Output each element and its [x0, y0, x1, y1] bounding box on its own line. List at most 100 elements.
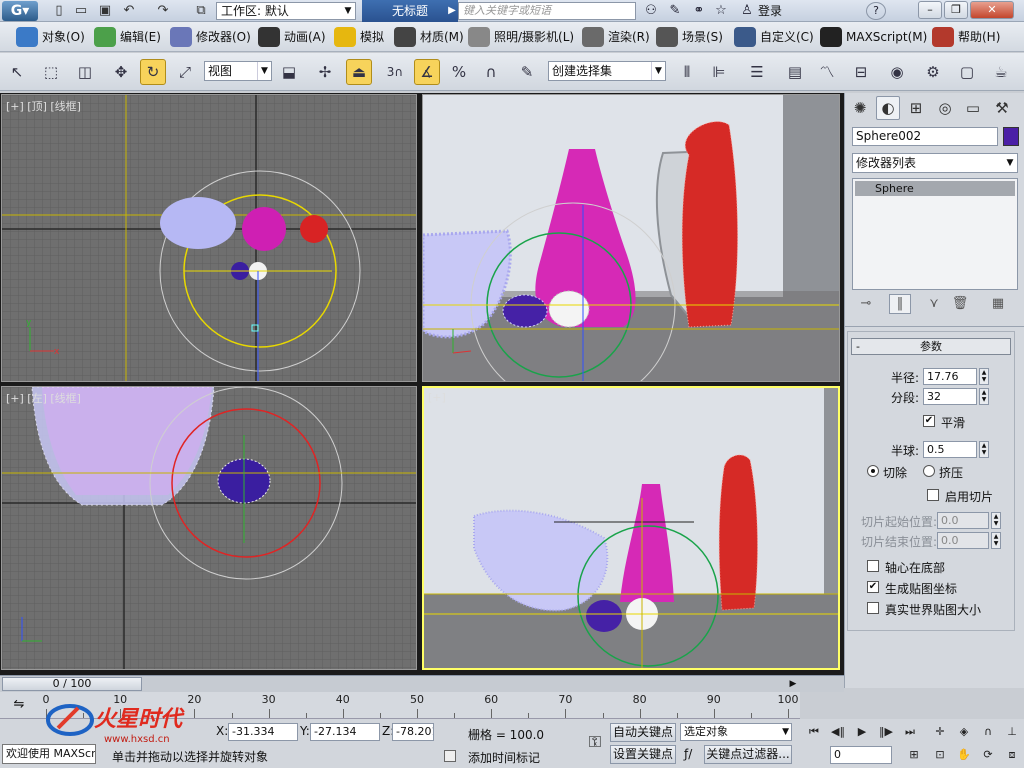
add-time-tag-button[interactable]: 添加时间标记 [468, 749, 540, 766]
scene-explorer-icon[interactable]: ▤ [782, 59, 808, 85]
base-pivot-checkbox[interactable] [867, 560, 879, 572]
goto-end-icon[interactable]: ⏭ [902, 724, 918, 740]
menu-item-10[interactable]: MAXScript(M) [818, 26, 927, 48]
angle-snap-icon[interactable]: ∡ [414, 59, 440, 85]
time-config-icon[interactable]: ⊞ [906, 747, 922, 763]
named-selection-select[interactable]: 创建选择集 ▼ [548, 61, 666, 81]
squash-radio[interactable] [923, 465, 935, 477]
z-coordinate-input[interactable]: -78.201 [392, 723, 434, 741]
pin-stack-icon[interactable]: ⊸ [855, 294, 877, 314]
viewport-label[interactable]: [+] [左] [线框] [6, 390, 81, 406]
current-frame-input[interactable]: 0 [830, 746, 892, 764]
modifier-list-select[interactable]: 修改器列表 ▼ [852, 153, 1018, 173]
chop-radio[interactable] [867, 465, 879, 477]
zoom-region-icon[interactable]: ⊡ [932, 747, 948, 763]
key-tangent-icon[interactable]: ƒ/ [684, 747, 692, 761]
orbit-icon[interactable]: ∩ [980, 724, 996, 740]
modify-tab-icon[interactable]: ◐ [876, 96, 900, 120]
key-icon[interactable]: ⚿ [584, 724, 606, 760]
hemisphere-spinner[interactable]: ▲ ▼ [979, 441, 989, 458]
menu-item-6[interactable]: 照明/摄影机(L) [466, 26, 574, 48]
edit-named-selection-icon[interactable]: ✎ [514, 59, 540, 85]
save-icon[interactable]: ▣ [96, 2, 114, 20]
gen-uv-checkbox[interactable]: ✔ [867, 581, 879, 593]
community-icon[interactable]: ⚭ [690, 2, 708, 20]
segments-spinner[interactable]: ▲ ▼ [979, 388, 989, 405]
menu-item-4[interactable]: 模拟 [332, 26, 384, 48]
show-end-result-icon[interactable]: ‖ [889, 294, 911, 314]
y-coordinate-input[interactable]: -27.134 [310, 723, 380, 741]
smooth-checkbox[interactable]: ✔ [923, 415, 935, 427]
radius-input[interactable]: 17.76 [923, 368, 977, 385]
percent-snap-icon[interactable]: % [446, 59, 472, 85]
material-editor-icon[interactable]: ◉ [884, 59, 910, 85]
restore-icon[interactable]: ❐ [944, 1, 968, 19]
minimize-icon[interactable]: – [918, 1, 942, 19]
auto-key-button[interactable]: 自动关键点 [610, 723, 676, 742]
menu-item-8[interactable]: 场景(S) [654, 26, 723, 48]
next-frame-icon[interactable]: ▶ [786, 677, 800, 691]
goto-start-icon[interactable]: ⏮ [806, 724, 822, 740]
time-slider[interactable]: 0 / 100 ▶ [0, 675, 844, 692]
keyboard-shortcut-icon[interactable]: ⏏ [346, 59, 372, 85]
spinner-snap-icon[interactable]: ∩ [478, 59, 504, 85]
select-scale-icon[interactable]: ⤢ [172, 59, 198, 85]
real-world-checkbox[interactable] [867, 602, 879, 614]
display-tab-icon[interactable]: ▭ [961, 96, 985, 120]
select-rotate-icon[interactable]: ↻ [140, 59, 166, 85]
viewport-label[interactable]: [+] [428, 391, 446, 404]
next-frame-icon[interactable]: ‖▶ [878, 724, 894, 740]
slice-to-spinner[interactable]: ▲ ▼ [991, 532, 1001, 549]
mirror-icon[interactable]: ⫴ [674, 59, 700, 85]
select-region-icon[interactable]: ⬚ [38, 59, 64, 85]
maximize-viewport-icon[interactable]: ⧈ [1004, 747, 1020, 763]
slice-from-spinner[interactable]: ▲ ▼ [991, 512, 1001, 529]
top-viewport[interactable]: [+] [顶] [线框] y x [1, 94, 417, 382]
select-move-icon[interactable]: ✥ [108, 59, 134, 85]
zoom-all-icon[interactable]: ◈ [956, 724, 972, 740]
window-crossing-icon[interactable]: ◫ [72, 59, 98, 85]
make-unique-icon[interactable]: ⋎ [923, 294, 945, 314]
tools-icon[interactable]: ✎ [666, 2, 684, 20]
previous-frame-icon[interactable]: ◀‖ [830, 724, 846, 740]
perspective-viewport[interactable] [422, 94, 840, 382]
close-icon[interactable]: ✕ [970, 1, 1014, 19]
redo-icon[interactable]: ↷ [154, 2, 172, 20]
menu-item-7[interactable]: 渲染(R) [580, 26, 650, 48]
object-name-field[interactable]: Sphere002 [852, 127, 998, 146]
key-mode-select[interactable]: 选定对象 ▼ [680, 723, 792, 741]
render-setup-icon[interactable]: ⚙ [920, 59, 946, 85]
hierarchy-tab-icon[interactable]: ⊞ [904, 96, 928, 120]
stack-item-sphere[interactable]: Sphere [855, 181, 1015, 196]
play-icon[interactable]: ▶ [854, 724, 870, 740]
configure-sets-icon[interactable]: ▦ [987, 294, 1009, 314]
search-input[interactable]: 键入关键字或短语 [458, 2, 636, 20]
hemisphere-input[interactable]: 0.5 [923, 441, 977, 458]
curve-editor-icon[interactable]: 〽 [814, 59, 840, 85]
slice-from-input[interactable]: 0.0 [937, 512, 989, 529]
slice-to-input[interactable]: 0.0 [937, 532, 989, 549]
open-file-icon[interactable]: ▭ [72, 2, 90, 20]
menu-item-9[interactable]: 自定义(C) [732, 26, 814, 48]
mini-curve-editor-icon[interactable]: ⇋ [8, 696, 30, 714]
set-key-button[interactable]: 设置关键点 [610, 745, 676, 764]
key-filters-button[interactable]: 关键点过滤器... [704, 745, 792, 764]
object-color-swatch[interactable] [1003, 127, 1019, 146]
arc-rotate-icon[interactable]: ⟳ [980, 747, 996, 763]
parameters-rollout-header[interactable]: - 参数 [851, 338, 1011, 355]
rendered-frame-icon[interactable]: ▢ [954, 59, 980, 85]
binoculars-icon[interactable]: ⚇ [642, 2, 660, 20]
segments-input[interactable]: 32 [923, 388, 977, 405]
undo-icon[interactable]: ↶ [120, 2, 138, 20]
left-viewport[interactable]: [+] [左] [线框] [1, 386, 417, 670]
x-coordinate-input[interactable]: -31.334 [228, 723, 298, 741]
time-slider-thumb[interactable]: 0 / 100 [2, 677, 142, 691]
layer-manager-icon[interactable]: ☰ [744, 59, 770, 85]
remove-modifier-icon[interactable]: 🗑 [949, 294, 971, 314]
create-tab-icon[interactable]: ✺ [848, 96, 872, 120]
schematic-view-icon[interactable]: ⊟ [848, 59, 874, 85]
field-of-view-icon[interactable]: ⊥ [1004, 724, 1020, 740]
utilities-tab-icon[interactable]: ⚒ [990, 96, 1014, 120]
zoom-icon[interactable]: ✛ [932, 724, 948, 740]
snaps-toggle-icon[interactable]: 3∩ [382, 59, 408, 85]
